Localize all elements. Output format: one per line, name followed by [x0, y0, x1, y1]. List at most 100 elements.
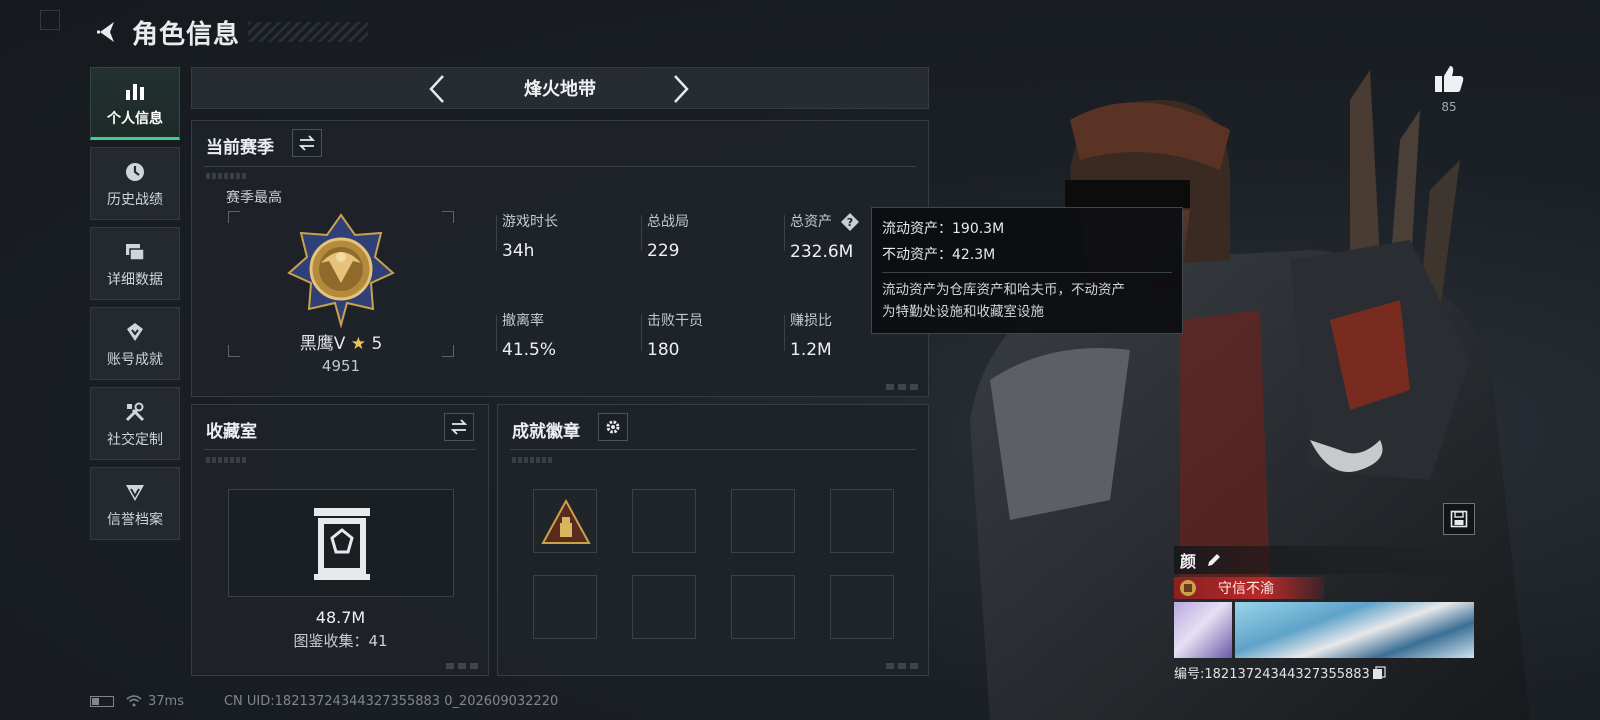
- badge-slot[interactable]: [533, 489, 597, 553]
- decorative-lines: [206, 173, 246, 179]
- stat-key-row: 总资产 ?: [790, 211, 860, 232]
- title-emblem-icon: [1180, 580, 1196, 596]
- rank-score: 4951: [321, 357, 361, 375]
- panel-divider: [204, 166, 916, 167]
- panel-divider: [204, 449, 476, 450]
- badge-settings-button[interactable]: [598, 413, 628, 441]
- sidebar-item-reputation[interactable]: 信誉档案: [90, 467, 180, 540]
- player-name-row: 颜: [1174, 546, 1474, 574]
- badge-slot[interactable]: [731, 489, 795, 553]
- stat-value: 180: [647, 340, 680, 360]
- current-season-panel: 当前赛季 赛季最高 黑鹰Ⅴ ★ 5 4951 游戏时长 34h 总战局 229: [191, 120, 929, 397]
- badge-slot[interactable]: [830, 489, 894, 553]
- stat-value: 41.5%: [502, 340, 557, 360]
- player-namecard: 颜 守信不渝 编号:18213724344327355883: [1174, 546, 1474, 682]
- vault-preview: [228, 489, 454, 597]
- cards-icon: [122, 239, 148, 265]
- sidebar-item-social[interactable]: 社交定制: [90, 387, 180, 460]
- next-mode-button[interactable]: [666, 74, 696, 104]
- vault-title: 收藏室: [206, 422, 257, 442]
- chevron-left-icon: [429, 75, 444, 103]
- svg-text:?: ?: [847, 216, 853, 229]
- stat-key: 游戏时长: [502, 214, 558, 230]
- sidebar-item-label: 个人信息: [107, 110, 163, 127]
- stat-value: 34h: [502, 241, 535, 261]
- pencil-icon: [1208, 554, 1221, 566]
- vault-switch-button[interactable]: [444, 413, 474, 441]
- stat-total-matches: 总战局 229: [647, 211, 689, 261]
- avatar[interactable]: [1174, 602, 1232, 658]
- sidebar-nav: 个人信息 历史战绩 详细数据 账号成就 社交定制 信誉档案: [90, 67, 182, 547]
- sidebar-item-profile[interactable]: 个人信息: [90, 67, 180, 140]
- season-switch-button[interactable]: [292, 129, 322, 157]
- badges-title: 成就徽章: [512, 422, 580, 442]
- tools-icon: [122, 399, 148, 425]
- vault-collection: 图鉴收集：41: [293, 632, 388, 650]
- player-name: 颜: [1180, 552, 1197, 571]
- stat-extraction-rate: 撤离率 41.5%: [502, 310, 556, 360]
- badge-slot[interactable]: [731, 575, 795, 639]
- stat-value: 229: [647, 241, 680, 261]
- back-arrow-icon: [97, 22, 114, 42]
- tooltip-desc-line-2: 为特勤处设施和收藏室设施: [882, 304, 1044, 320]
- badges-panel: 成就徽章: [497, 404, 929, 676]
- save-image-button[interactable]: [1443, 503, 1475, 535]
- corner-decoration: [446, 663, 480, 669]
- battery-icon: [90, 695, 114, 707]
- badge-slot[interactable]: [632, 489, 696, 553]
- swap-icon: [450, 419, 468, 435]
- shield-icon: [122, 479, 148, 505]
- wifi-icon: [126, 695, 142, 707]
- sidebar-item-label: 账号成就: [107, 351, 163, 368]
- sidebar-item-label: 历史战绩: [107, 191, 163, 208]
- season-best-label: 赛季最高: [226, 190, 282, 206]
- banner-art: [1235, 602, 1474, 658]
- assets-tooltip: 流动资产：190.3M 不动资产：42.3M 流动资产为仓库资产和哈夫币，不动资…: [871, 207, 1183, 334]
- vault-panel[interactable]: 收藏室 48.7M 图鉴收集：41: [191, 404, 489, 676]
- edit-name-button[interactable]: [1204, 550, 1224, 570]
- sidebar-item-achievements[interactable]: 账号成就: [90, 307, 180, 380]
- clock-icon: [122, 159, 148, 185]
- bar-chart-icon: [122, 78, 148, 104]
- corner-decoration: [886, 384, 920, 390]
- corner-decoration: [40, 10, 60, 30]
- stat-profit-ratio: 赚损比 1.2M: [790, 310, 832, 360]
- mode-selector: 烽火地带: [191, 67, 929, 109]
- help-icon[interactable]: ?: [840, 212, 860, 232]
- sidebar-item-label: 详细数据: [107, 271, 163, 288]
- tooltip-fixed-assets: 不动资产：42.3M: [882, 247, 996, 263]
- badge-slot[interactable]: [830, 575, 894, 639]
- badge-slot[interactable]: [632, 575, 696, 639]
- player-banner[interactable]: [1174, 602, 1474, 658]
- vault-icon: [314, 508, 370, 580]
- badge-triangle-icon: [541, 499, 591, 544]
- status-bar: 37ms CN UID:18213724344327355883 0_20260…: [90, 692, 558, 710]
- player-title-badge[interactable]: 守信不渝: [1174, 577, 1324, 599]
- stat-key: 赚损比: [790, 313, 832, 329]
- like-button[interactable]: 85: [1431, 64, 1467, 114]
- stat-playtime: 游戏时长 34h: [502, 211, 558, 261]
- copy-icon[interactable]: [1372, 665, 1386, 680]
- chevron-right-icon: [674, 75, 689, 103]
- stat-key: 撤离率: [502, 313, 544, 329]
- stat-operators-defeated: 击败干员 180: [647, 310, 703, 360]
- season-title: 当前赛季: [206, 138, 274, 158]
- achievement-icon: [122, 319, 148, 345]
- like-count: 85: [1441, 100, 1457, 114]
- tooltip-liquid-assets: 流动资产：190.3M: [882, 221, 1005, 237]
- gear-icon: [606, 420, 620, 434]
- stat-key: 总战局: [647, 214, 689, 230]
- sidebar-item-label: 社交定制: [107, 431, 163, 448]
- sidebar-item-details[interactable]: 详细数据: [90, 227, 180, 300]
- rank-stars: 5: [371, 334, 383, 354]
- title-badge-text: 守信不渝: [1218, 581, 1274, 597]
- page-title: 角色信息: [132, 19, 241, 50]
- sidebar-item-history[interactable]: 历史战绩: [90, 147, 180, 220]
- prev-mode-button[interactable]: [422, 74, 452, 104]
- badge-slot[interactable]: [533, 575, 597, 639]
- save-icon: [1450, 510, 1468, 528]
- star-icon: ★: [350, 334, 367, 354]
- player-serial: 编号:18213724344327355883: [1174, 667, 1370, 682]
- rank-name: 黑鹰Ⅴ: [299, 334, 346, 354]
- back-button[interactable]: [92, 17, 122, 47]
